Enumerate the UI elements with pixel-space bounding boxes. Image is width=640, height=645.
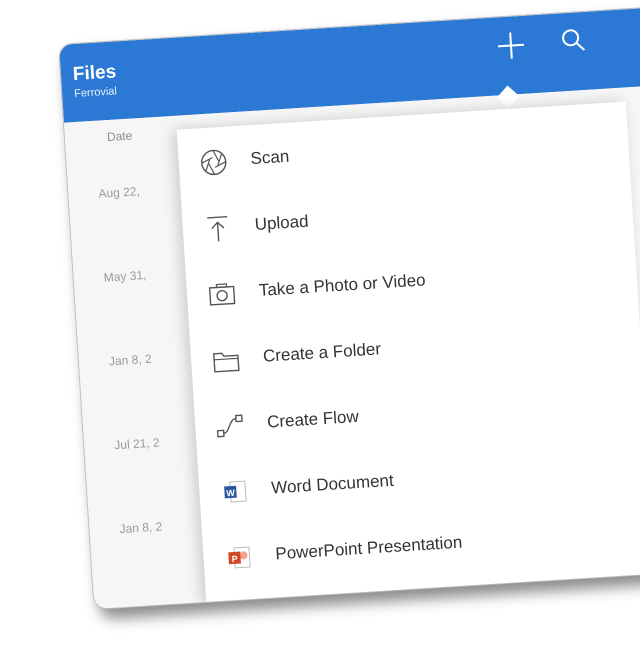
list-item-date: Jul 21, 2 xyxy=(113,435,161,453)
menu-item-label: Upload xyxy=(254,211,310,234)
powerpoint-icon: P xyxy=(228,546,251,569)
date-column-header[interactable]: Date xyxy=(107,129,133,145)
list-item-date: Aug 22, xyxy=(98,184,141,201)
page-title: Files xyxy=(72,61,117,86)
site-name: Ferrovial xyxy=(73,85,118,101)
folder-icon xyxy=(213,352,240,373)
menu-item-label: Create a Folder xyxy=(262,339,382,366)
add-menu: Scan Upload Take a Photo or Video Create… xyxy=(176,101,640,604)
upload-icon xyxy=(207,216,228,242)
list-item-date: Jan 8, 2 xyxy=(108,351,153,369)
flow-icon xyxy=(216,414,243,438)
menu-item-label: Scan xyxy=(249,146,290,169)
svg-text:P: P xyxy=(231,554,238,564)
search-button[interactable] xyxy=(553,19,595,61)
list-item-date: Jan 8, 2 xyxy=(119,519,163,537)
menu-item-label: PowerPoint Presentation xyxy=(274,532,463,564)
app-screenshot: Files Ferrovial Date Aug 22, May 31, Jan… xyxy=(58,3,640,610)
list-item-date: May 31, xyxy=(103,267,147,285)
add-button[interactable] xyxy=(487,21,536,70)
menu-item-label: Create Flow xyxy=(266,406,360,432)
svg-text:W: W xyxy=(226,488,236,499)
plus-icon xyxy=(497,32,525,59)
menu-item-label: Word Document xyxy=(270,470,395,498)
camera-icon xyxy=(208,283,236,306)
menu-item-label: Take a Photo or Video xyxy=(258,270,427,300)
scan-icon xyxy=(201,149,227,176)
word-icon: W xyxy=(224,480,247,503)
search-icon xyxy=(562,29,586,51)
